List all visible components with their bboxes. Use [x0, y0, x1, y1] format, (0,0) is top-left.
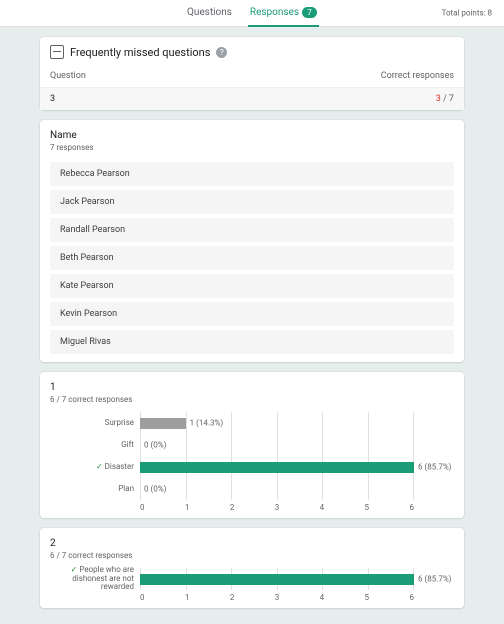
- question-number: 1: [50, 382, 454, 395]
- chart-bar-value: 0 (0%): [144, 485, 166, 494]
- name-response-row: Rebecca Pearson: [50, 162, 454, 186]
- fmq-row-question: 3: [50, 94, 55, 104]
- chart-bar-label: People who are dishonest are not rewarde…: [50, 566, 134, 592]
- total-points-label: Total points: 8: [442, 9, 492, 18]
- name-response-row: Kate Pearson: [50, 274, 454, 298]
- name-question-title: Name: [40, 130, 464, 143]
- chart-bar-row: Plan0 (0%): [140, 478, 414, 500]
- tab-label: Responses: [250, 7, 299, 18]
- question-correct-subtitle: 6 / 7 correct responses: [50, 395, 454, 412]
- fmq-col-question: Question: [50, 71, 86, 81]
- chart-bar: [140, 574, 414, 585]
- name-question-subtitle: 7 responses: [40, 143, 464, 158]
- frequently-missed-title: Frequently missed questions: [70, 46, 210, 59]
- name-list: Rebecca Pearson Jack Pearson Randall Pears…: [40, 162, 464, 354]
- chart-x-tick: 1: [185, 503, 190, 512]
- chart-bar-row: Gift0 (0%): [140, 434, 414, 456]
- question-chart-card: 26 / 7 correct responsesPeople who are d…: [40, 528, 464, 608]
- chart-x-tick: 2: [230, 503, 235, 512]
- fmq-col-correct: Correct responses: [381, 71, 454, 81]
- chart-x-tick: 4: [320, 503, 325, 512]
- chart-x-tick: 2: [230, 593, 235, 602]
- chart-x-axis: 0 1 2 3 4 5 6: [140, 590, 414, 602]
- fmq-table-header: Question Correct responses: [40, 65, 464, 87]
- fmq-row-score: 3 / 7: [436, 94, 454, 104]
- name-response-row: Miguel Rivas: [50, 330, 454, 354]
- help-icon[interactable]: ?: [216, 47, 227, 58]
- tab-responses[interactable]: Responses 7: [248, 0, 319, 27]
- name-response-row: Kevin Pearson: [50, 302, 454, 326]
- chart-bar-row: Disaster6 (85.7%): [140, 456, 414, 478]
- chart-x-tick: 5: [365, 593, 370, 602]
- chart-bar: [140, 462, 414, 473]
- chart-bar: [140, 418, 186, 429]
- chart-x-tick: 3: [275, 593, 280, 602]
- tab-questions[interactable]: Questions: [185, 0, 234, 27]
- chart-bar-label: Disaster: [50, 463, 134, 472]
- chart-x-tick: 0: [140, 593, 145, 602]
- chart-bar-value: 0 (0%): [144, 441, 166, 450]
- name-responses-card: Name 7 responses Rebecca Pearson Jack Pea…: [40, 120, 464, 362]
- top-bar: Questions Responses 7 Total points: 8: [0, 0, 504, 27]
- chart-rows: Surprise1 (14.3%)Gift0 (0%)Disaster6 (85…: [140, 412, 414, 500]
- chart-x-tick: 6: [409, 593, 414, 602]
- name-response-row: Randall Pearson: [50, 218, 454, 242]
- fmq-row[interactable]: 3 3 / 7: [40, 87, 464, 110]
- tabs: Questions Responses 7: [185, 0, 319, 26]
- chart-x-tick: 5: [365, 503, 370, 512]
- question-number: 2: [50, 538, 454, 551]
- chart-x-tick: 0: [140, 503, 145, 512]
- responses-count-badge: 7: [302, 7, 317, 18]
- name-response-row: Beth Pearson: [50, 246, 454, 270]
- chart-area: Surprise1 (14.3%)Gift0 (0%)Disaster6 (85…: [140, 412, 414, 500]
- chart-bar-row: People who are dishonest are not rewarde…: [140, 568, 414, 590]
- fmq-row-correct: 3: [436, 94, 441, 104]
- chart-x-axis: 0 1 2 3 4 5 6: [140, 500, 414, 512]
- chart-bar-label: Plan: [50, 485, 134, 494]
- chart-bar-value: 6 (85.7%): [418, 575, 451, 584]
- chart-rows: People who are dishonest are not rewarde…: [140, 568, 414, 590]
- chart-x-tick: 3: [275, 503, 280, 512]
- frequently-missed-card: Frequently missed questions ? Question C…: [40, 37, 464, 110]
- chart-bar-value: 1 (14.3%): [190, 419, 223, 428]
- chart-area: People who are dishonest are not rewarde…: [140, 568, 414, 590]
- chart-bar-label: Gift: [50, 441, 134, 450]
- question-chart-card: 16 / 7 correct responsesSurprise1 (14.3%…: [40, 372, 464, 518]
- chart-bar-label: Surprise: [50, 419, 134, 428]
- tab-label: Questions: [187, 7, 232, 18]
- chart-x-tick: 4: [320, 593, 325, 602]
- chart-bar-value: 6 (85.7%): [418, 463, 451, 472]
- fmq-row-total: / 7: [443, 94, 454, 104]
- name-response-row: Jack Pearson: [50, 190, 454, 214]
- chart-x-tick: 1: [185, 593, 190, 602]
- chart-bar-row: Surprise1 (14.3%): [140, 412, 414, 434]
- insights-icon: [50, 45, 64, 59]
- chart-x-tick: 6: [409, 503, 414, 512]
